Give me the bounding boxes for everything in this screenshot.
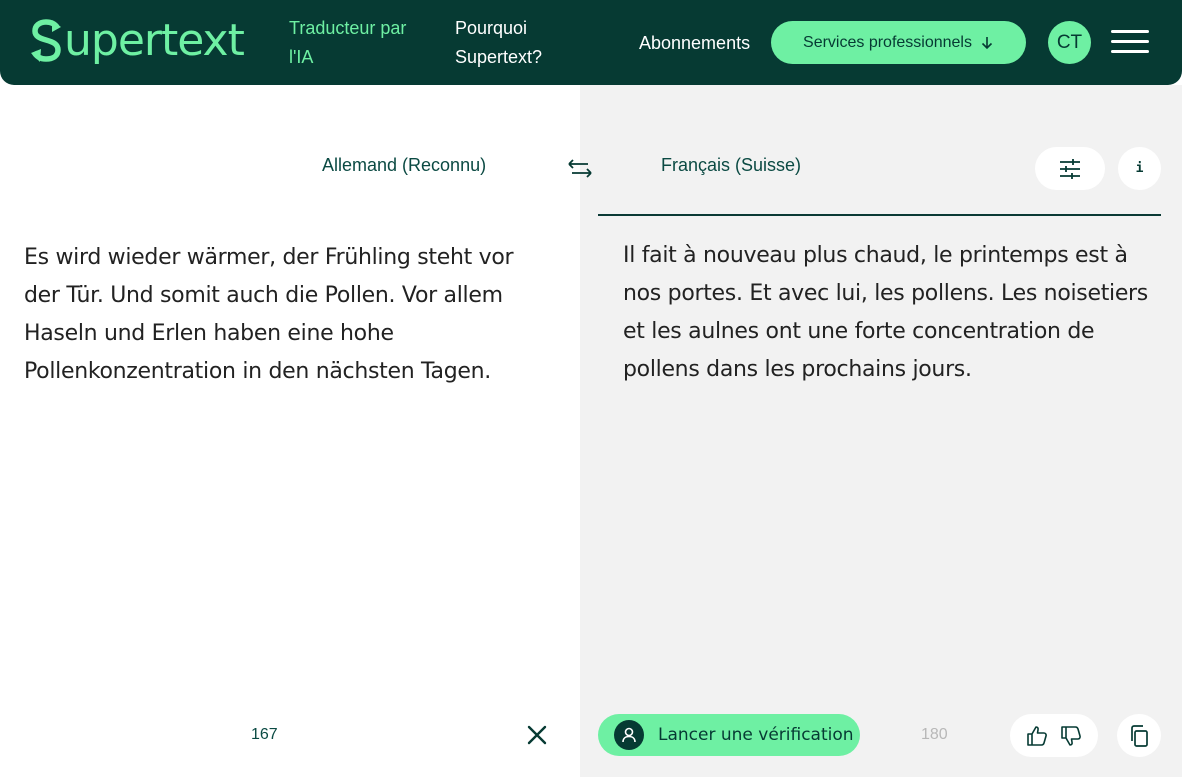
feedback-group (1010, 714, 1098, 757)
professional-services-button[interactable]: Services professionnels (771, 21, 1026, 64)
copy-button[interactable] (1117, 714, 1161, 757)
nav-link-why-supertext[interactable]: Pourquoi Supertext? (455, 14, 575, 72)
start-verification-button[interactable]: Lancer une vérification (598, 714, 860, 756)
supertext-s-logo-icon (31, 19, 61, 62)
target-header-divider (598, 214, 1161, 216)
nav-link-subscriptions[interactable]: Abonnements (639, 31, 750, 55)
close-icon[interactable] (524, 722, 550, 748)
start-verification-label: Lancer une vérification (658, 725, 854, 745)
thumbs-up-icon[interactable] (1024, 723, 1050, 749)
sliders-icon (1060, 158, 1080, 179)
user-avatar[interactable]: CT (1048, 21, 1091, 64)
target-language-selector[interactable]: Français (Suisse) (661, 155, 801, 176)
info-icon: i (1135, 161, 1144, 176)
logo-wordmark: upertext (64, 14, 245, 66)
header-tagline: Traducteur par l'IA (289, 18, 407, 67)
user-icon (614, 720, 644, 750)
supertext-logo[interactable]: upertext (30, 10, 245, 70)
settings-button[interactable] (1035, 147, 1105, 190)
thumbs-down-icon[interactable] (1058, 723, 1084, 749)
top-header: upertext Traducteur par l'IA Pourquoi Su… (0, 0, 1182, 85)
info-button[interactable]: i (1118, 147, 1161, 190)
source-text-input[interactable]: Es wird wieder wärmer, der Frühling steh… (24, 239, 554, 391)
swap-languages-icon[interactable] (566, 157, 594, 181)
hamburger-menu-icon[interactable] (1111, 30, 1149, 54)
source-character-count: 167 (251, 726, 278, 743)
target-character-count: 180 (921, 726, 948, 743)
translation-output: Il fait à nouveau plus chaud, le printem… (623, 243, 1148, 382)
source-language-selector[interactable]: Allemand (Reconnu) (322, 155, 486, 176)
professional-services-label: Services professionnels (803, 33, 972, 51)
copy-icon (1131, 724, 1148, 747)
target-panel (580, 85, 1182, 777)
arrow-down-icon (981, 36, 993, 49)
